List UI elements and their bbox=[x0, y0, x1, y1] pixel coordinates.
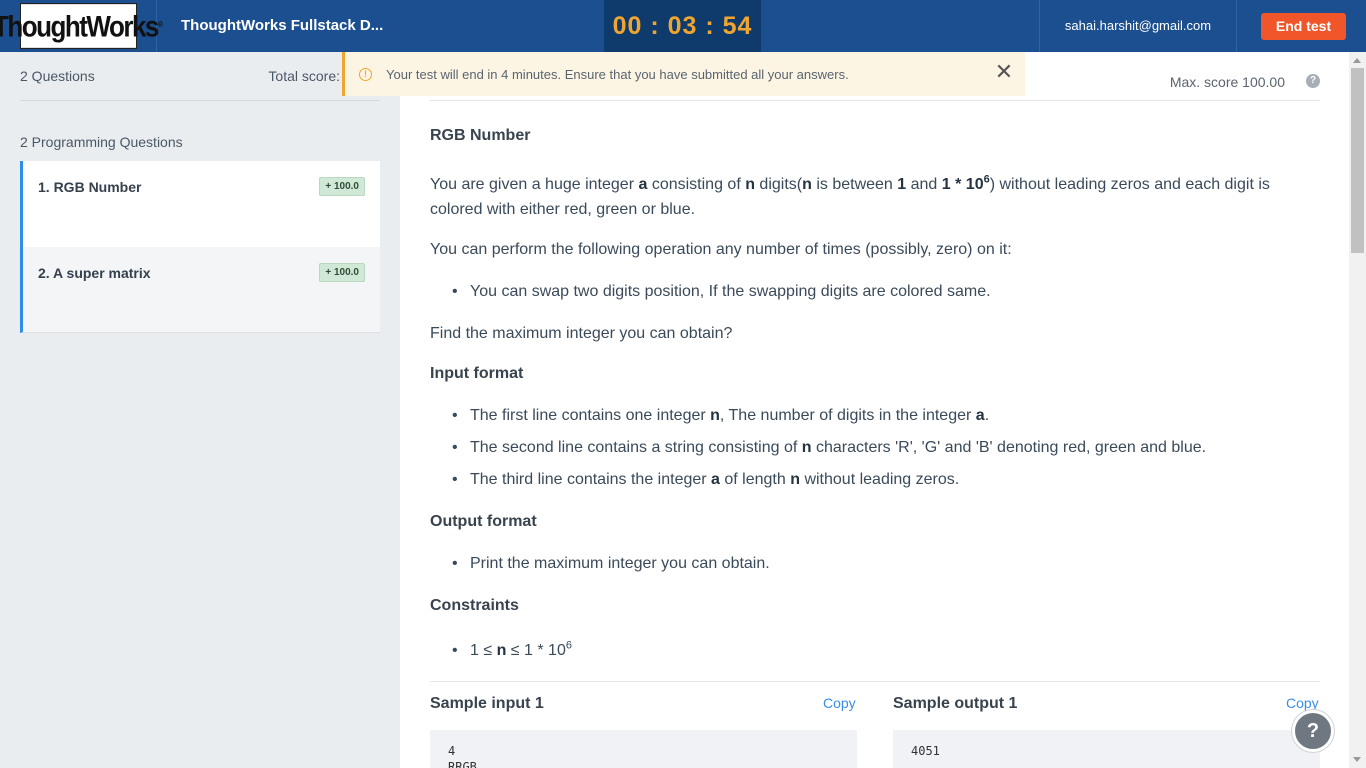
question-intro: You are given a huge integer a consistin… bbox=[430, 172, 1320, 222]
warning-icon: ! bbox=[359, 67, 372, 81]
question-label: 2. A super matrix bbox=[38, 265, 151, 281]
section-divider bbox=[430, 681, 1320, 682]
operation-bullet: You can swap two digits position, If the… bbox=[452, 279, 1320, 304]
exponent: 6 bbox=[565, 639, 572, 652]
var-n: n bbox=[802, 176, 812, 193]
sample-input-line: RRGB bbox=[448, 760, 477, 768]
constraint-bullet: 1 ≤ n ≤ 1 * 106 bbox=[452, 638, 1320, 663]
sample-output-title: Sample output 1 bbox=[893, 695, 1018, 712]
sample-output-line: 4051 bbox=[911, 744, 940, 758]
scroll-down-arrow-icon[interactable] bbox=[1353, 757, 1361, 762]
text: of length bbox=[719, 471, 791, 488]
test-title: ThoughtWorks Fullstack D... bbox=[181, 17, 384, 34]
top-bar: ThoughtWorks ® ThoughtWorks Fullstack D..… bbox=[0, 0, 1366, 52]
find-text: Find the maximum integer you can obtain? bbox=[430, 325, 733, 342]
text: The second line contains a string consis… bbox=[470, 439, 802, 456]
warning-text: Your test will end in 4 minutes. Ensure … bbox=[386, 66, 849, 82]
text: The third line contains the integer bbox=[470, 471, 712, 488]
max-score: Max. score 100.00 bbox=[1169, 74, 1285, 90]
time-warning-banner: ! Your test will end in 4 minutes. Ensur… bbox=[342, 52, 1025, 96]
question-item-super-matrix[interactable]: 2. A super matrix + 100.0 bbox=[20, 247, 380, 333]
question-count: 2 Questions bbox=[20, 68, 95, 84]
copy-output-link[interactable]: Copy bbox=[1286, 695, 1319, 711]
var-n: n bbox=[801, 439, 812, 456]
close-icon[interactable]: ✕ bbox=[993, 61, 1015, 84]
input-bullet-1: The first line contains one integer n, T… bbox=[452, 403, 1320, 428]
text: . bbox=[984, 407, 990, 424]
var-n: n bbox=[710, 407, 720, 424]
output-bullet: Print the maximum integer you can obtain… bbox=[452, 551, 1320, 576]
logo-container: ThoughtWorks ® bbox=[0, 0, 163, 52]
question-item-rgb-number[interactable]: 1. RGB Number + 100.0 bbox=[20, 161, 380, 247]
input-bullet-2: The second line contains a string consis… bbox=[452, 435, 1320, 460]
end-test-button[interactable]: End test bbox=[1261, 13, 1346, 40]
var-n: n bbox=[745, 176, 755, 193]
sidebar-header: 2 Questions Total score: bbox=[20, 52, 380, 101]
text: ≤ 1 * 10 bbox=[506, 642, 566, 659]
scroll-thumb[interactable] bbox=[1351, 68, 1364, 253]
text: The first line contains one integer bbox=[470, 407, 711, 424]
input-format-heading: Input format bbox=[430, 365, 524, 382]
help-chat-button[interactable]: ? bbox=[1292, 710, 1334, 752]
page-scrollbar[interactable] bbox=[1349, 52, 1366, 768]
section-title: 2 Programming Questions bbox=[20, 134, 183, 150]
help-icon[interactable]: ? bbox=[1306, 74, 1320, 88]
text: 1 ≤ bbox=[470, 642, 497, 659]
var-a: a bbox=[975, 407, 985, 424]
scroll-up-arrow-icon[interactable] bbox=[1353, 58, 1361, 63]
var-n: n bbox=[496, 642, 507, 659]
text: characters 'R', 'G' and 'B' denoting red… bbox=[811, 439, 1207, 456]
logo-text: ThoughtWorks bbox=[0, 8, 159, 43]
sample-input-title: Sample input 1 bbox=[430, 695, 544, 712]
question-title: RGB Number bbox=[430, 127, 531, 144]
operation-text: You can perform the following operation … bbox=[430, 241, 1012, 258]
output-format-heading: Output format bbox=[430, 513, 537, 530]
bound-upper: 1 * 10 bbox=[941, 176, 984, 193]
sample-input-line: 4 bbox=[448, 744, 456, 758]
intro-text: and bbox=[906, 176, 942, 193]
input-bullet-3: The third line contains the integer a of… bbox=[452, 467, 1320, 492]
total-score-label: Total score: bbox=[268, 68, 340, 84]
questions-sidebar: 2 Questions Total score: 2 Programming Q… bbox=[0, 52, 400, 768]
intro-text: is between bbox=[811, 176, 898, 193]
var-a: a bbox=[711, 471, 720, 488]
text: , The number of digits in the integer bbox=[719, 407, 976, 424]
question-label: 1. RGB Number bbox=[38, 179, 142, 195]
text: without leading zeros. bbox=[800, 471, 960, 488]
company-logo: ThoughtWorks ® bbox=[0, 3, 163, 49]
intro-text: digits( bbox=[754, 176, 803, 193]
countdown-timer: 00 : 03 : 54 bbox=[604, 0, 761, 52]
constraints-heading: Constraints bbox=[430, 597, 519, 614]
var-n: n bbox=[790, 471, 800, 488]
intro-text: You are given a huge integer bbox=[430, 176, 639, 193]
user-email[interactable]: sahai.harshit@gmail.com bbox=[1039, 0, 1237, 52]
bound-lower: 1 bbox=[897, 176, 907, 193]
score-badge: + 100.0 bbox=[319, 177, 365, 196]
sample-output-box: 4051 bbox=[893, 730, 1320, 768]
copy-input-link[interactable]: Copy bbox=[823, 695, 856, 711]
score-badge: + 100.0 bbox=[319, 263, 365, 282]
sample-input-box: 4 RRGB bbox=[430, 730, 857, 768]
intro-text: consisting of bbox=[647, 176, 746, 193]
